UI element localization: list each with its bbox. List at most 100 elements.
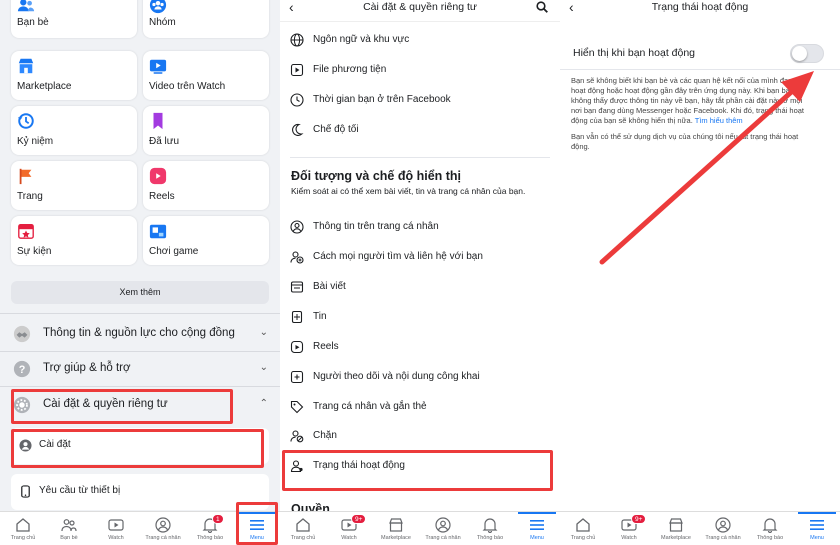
profile-outline-icon — [715, 517, 731, 533]
user-circle-icon — [19, 439, 32, 452]
tab-notifications[interactable]: 1 Thông báo — [187, 512, 233, 545]
shortcut-groups[interactable]: Nhóm — [143, 0, 269, 38]
settings-item-blocking[interactable]: Chặn — [280, 424, 560, 448]
tab-menu[interactable]: Menu — [514, 512, 560, 545]
follower-plus-icon — [290, 370, 304, 384]
svg-text:?: ? — [19, 364, 26, 376]
shortcut-pages[interactable]: Trang — [11, 161, 137, 210]
toggle-label: Hiển thị khi bạn hoạt động — [573, 47, 696, 59]
settings-item-posts[interactable]: Bài viết — [280, 275, 560, 299]
menu-item-device-requests[interactable]: Yêu cầu từ thiết bị — [11, 474, 269, 510]
friends-outline-icon — [61, 519, 77, 532]
settings-item-reels[interactable]: Reels — [280, 335, 560, 359]
marketplace-icon — [18, 58, 34, 74]
watch-outline-icon — [108, 519, 124, 531]
settings-item-active-status[interactable]: Trạng thái hoạt động — [280, 454, 560, 478]
tab-home[interactable]: Trang chủ — [280, 512, 326, 545]
tab-watch[interactable]: 9+ Watch — [606, 512, 652, 545]
profile-outline-icon — [155, 517, 171, 533]
settings-item-time-on-facebook[interactable]: Thời gian bạn ở trên Facebook — [280, 88, 560, 112]
tab-watch[interactable]: 9+ Watch — [326, 512, 372, 545]
settings-item-stories[interactable]: Tin — [280, 305, 560, 329]
globe-icon — [290, 33, 304, 47]
settings-header: ‹ Cài đặt & quyền riêng tư — [280, 0, 560, 22]
media-file-icon — [290, 63, 304, 77]
shortcut-gaming[interactable]: Chơi game — [143, 216, 269, 265]
divider — [0, 313, 280, 314]
tab-profile[interactable]: Trang cá nhân — [420, 512, 466, 545]
section-heading: Đối tượng và chế độ hiển thị — [291, 169, 462, 183]
toggle-knob — [792, 46, 807, 61]
hamburger-menu-icon — [250, 520, 264, 530]
tab-profile[interactable]: Trang cá nhân — [700, 512, 746, 545]
bell-icon — [762, 518, 778, 533]
hamburger-menu-icon — [530, 520, 544, 530]
active-status-toggle[interactable] — [790, 44, 824, 63]
shortcut-watch[interactable]: Video trên Watch — [143, 51, 269, 100]
tab-profile[interactable]: Trang cá nhân — [140, 512, 186, 545]
section-help-support[interactable]: ? Trợ giúp & hỗ trợ ⌄ — [0, 352, 280, 386]
watch-badge: 9+ — [351, 514, 367, 524]
help-question-icon: ? — [13, 360, 31, 378]
settings-item-dark-mode[interactable]: Chế độ tối — [280, 118, 560, 142]
divider — [560, 69, 840, 70]
page-title: Cài đặt & quyền riêng tư — [363, 1, 477, 13]
home-icon — [16, 518, 30, 532]
tab-marketplace[interactable]: Marketplace — [373, 512, 419, 545]
pages-flag-icon — [19, 168, 32, 185]
settings-item-profile-info[interactable]: Thông tin trên trang cá nhân — [280, 215, 560, 239]
menu-panel: Bạn bè Nhóm Marketplace Video trên Watch… — [0, 0, 280, 545]
story-book-icon — [291, 310, 303, 324]
tab-friends[interactable]: Bạn bè — [46, 512, 92, 545]
chevron-up-icon: ⌃ — [259, 398, 268, 409]
memories-icon — [17, 113, 34, 129]
settings-item-find-contact[interactable]: Cách mọi người tìm và liên hệ với bạn — [280, 245, 560, 269]
search-icon[interactable] — [536, 1, 548, 13]
clock-icon — [290, 93, 304, 107]
shortcut-marketplace[interactable]: Marketplace — [11, 51, 137, 100]
shortcut-events[interactable]: Sự kiện — [11, 216, 137, 265]
person-active-icon — [290, 460, 303, 473]
active-status-panel: ‹ Trạng thái hoạt động Hiển thị khi bạn … — [560, 0, 840, 545]
shortcut-saved[interactable]: Đã lưu — [143, 106, 269, 155]
settings-privacy-panel: ‹ Cài đặt & quyền riêng tư Ngôn ngữ và k… — [280, 0, 560, 545]
tag-icon — [290, 400, 304, 414]
tab-menu[interactable]: Menu — [234, 512, 280, 545]
reels-outline-icon — [290, 340, 304, 354]
section-settings-privacy[interactable]: Cài đặt & quyền riêng tư ⌃ — [0, 388, 280, 422]
settings-item-language[interactable]: Ngôn ngữ và khu vực — [280, 28, 560, 52]
tab-home[interactable]: Trang chủ — [0, 512, 46, 545]
settings-item-followers[interactable]: Người theo dõi và nội dung công khai — [280, 365, 560, 389]
home-icon — [296, 518, 310, 532]
friends-icon — [17, 0, 35, 12]
watch-video-icon — [149, 59, 167, 74]
see-more-button[interactable]: Xem thêm — [11, 281, 269, 304]
reels-icon — [149, 167, 167, 185]
tab-notifications[interactable]: Thông báo — [747, 512, 793, 545]
section-community-resources[interactable]: Thông tin & nguồn lực cho cộng đồng ⌄ — [0, 317, 280, 351]
post-card-icon — [290, 281, 304, 293]
menu-item-settings[interactable]: Cài đặt — [11, 428, 269, 464]
shortcut-friends[interactable]: Bạn bè — [11, 0, 137, 38]
tab-watch[interactable]: Watch — [93, 512, 139, 545]
learn-more-link[interactable]: Tìm hiểu thêm — [695, 116, 743, 125]
tab-marketplace[interactable]: Marketplace — [653, 512, 699, 545]
device-icon — [21, 485, 30, 498]
tab-home[interactable]: Trang chủ — [560, 512, 606, 545]
active-status-note: Bạn vẫn có thể sử dụng dịch vụ của chúng… — [571, 132, 799, 151]
tab-menu[interactable]: Menu — [794, 512, 840, 545]
person-block-icon — [290, 430, 304, 443]
saved-icon — [153, 112, 163, 130]
settings-item-media[interactable]: File phương tiện — [280, 58, 560, 82]
watch-badge: 9+ — [631, 514, 647, 524]
show-when-active-row: Hiển thị khi bạn hoạt động — [573, 44, 823, 64]
settings-item-profile-tagging[interactable]: Trang cá nhân và gắn thẻ — [280, 395, 560, 419]
tab-notifications[interactable]: Thông báo — [467, 512, 513, 545]
groups-icon — [149, 0, 167, 14]
store-icon — [669, 518, 683, 532]
shortcut-reels[interactable]: Reels — [143, 161, 269, 210]
page-title: Trạng thái hoạt động — [651, 1, 749, 13]
shortcut-memories[interactable]: Kỷ niệm — [11, 106, 137, 155]
home-icon — [576, 518, 590, 532]
store-icon — [389, 518, 403, 532]
